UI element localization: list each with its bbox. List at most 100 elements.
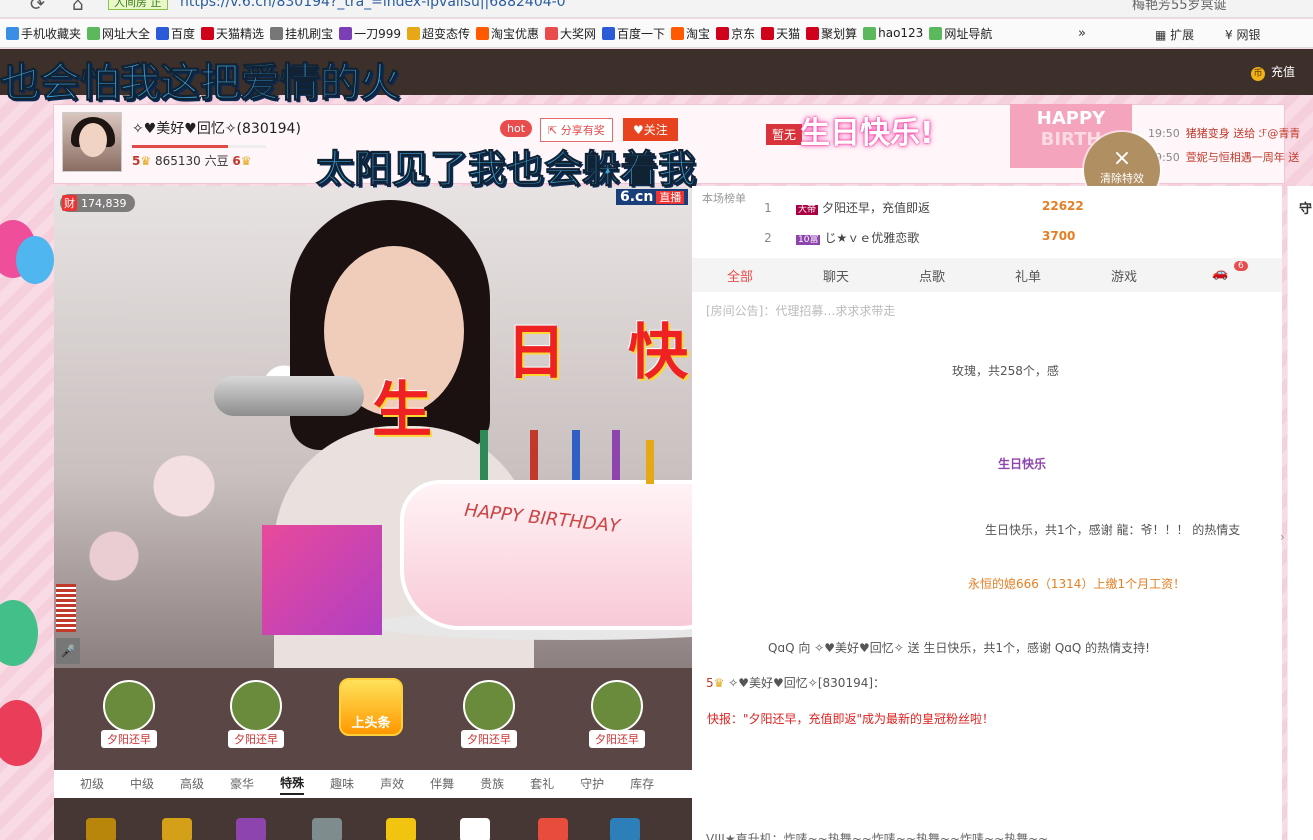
- happy-text: HAPPY: [1036, 108, 1106, 129]
- bookmark-item[interactable]: 挂机刷宝: [270, 25, 333, 42]
- anchor-avatar[interactable]: [62, 112, 122, 172]
- bookmark-item[interactable]: 淘宝优惠: [476, 25, 539, 42]
- expand-chevron-icon[interactable]: ›: [1280, 530, 1285, 544]
- address-input[interactable]: https://v.6.cn/830194?_tra_=index-lpvali…: [180, 0, 566, 10]
- car-icon[interactable]: 🚗: [1212, 266, 1228, 281]
- anchor-name[interactable]: ✧♥美好♥回忆✧(830194): [132, 118, 301, 138]
- gift-tab[interactable]: 特殊: [280, 774, 305, 795]
- microphone-icon[interactable]: 🎤: [56, 638, 80, 664]
- gift-tab[interactable]: 贵族: [480, 775, 504, 794]
- chat-message: 5♛ ✧♥美好♥回忆✧[830194]：: [706, 674, 885, 691]
- rank-row[interactable]: 2 10富 じ★ｖｅ优雅恋歌 3700: [760, 229, 1075, 246]
- bookmark-item[interactable]: 天猫: [761, 25, 800, 42]
- bookmark-icon: [339, 26, 353, 40]
- bookmark-item[interactable]: 大奖网: [545, 25, 596, 42]
- bottom-broadcast: VIII★直升机：炸唛~~热舞~~炸唛~~热舞~~炸唛~~热舞~~: [706, 832, 1049, 840]
- chat-tab[interactable]: 游戏: [1076, 266, 1172, 285]
- rank-header[interactable]: 本场榜单: [700, 192, 748, 206]
- bookmark-label: 聚划算: [821, 26, 858, 41]
- bookmark-item[interactable]: 百度一下: [602, 25, 665, 42]
- chat-tab[interactable]: 礼单: [980, 266, 1076, 285]
- slot-name: 夕阳还早: [101, 730, 157, 748]
- browser-url-bar: ⟳ ⌂ 人间房 正 https://v.6.cn/830194?_tra_=in…: [0, 0, 1313, 18]
- level-progress: [132, 145, 266, 148]
- bookmark-icon: [6, 26, 19, 40]
- wealth-counter: 财 174,839: [60, 194, 135, 212]
- extensions-button[interactable]: ▦ 扩展: [1155, 26, 1194, 43]
- gift-ticker[interactable]: 19:50 猪猪变身 送给 ℱ@青青: [1148, 125, 1300, 141]
- bookmark-item[interactable]: 百度: [156, 25, 195, 42]
- extensions-label: 扩展: [1170, 28, 1195, 42]
- gift-tab[interactable]: 中级: [130, 775, 154, 794]
- bookmarks-bar: 手机收藏夹 网址大全 百度 天猫精选 挂机刷宝 一刀999 超变态传 淘宝优惠 大奖网 百度一下 淘…: [0, 19, 1313, 48]
- chat-level: 5: [706, 676, 714, 690]
- close-icon: ×: [1112, 146, 1132, 171]
- gift-tab[interactable]: 库存: [630, 775, 654, 794]
- gift-tab[interactable]: 趣味: [330, 775, 354, 794]
- gift-tab[interactable]: 豪华: [230, 775, 254, 794]
- bookmark-item[interactable]: 手机收藏夹: [6, 25, 81, 42]
- bookmark-item[interactable]: hao123: [863, 26, 923, 40]
- birthday-cake: HAPPY BIRTHDAY: [400, 480, 740, 630]
- bookmark-icon: [406, 26, 420, 40]
- bookmark-item[interactable]: 一刀999: [339, 25, 401, 42]
- bookmark-icon: [545, 26, 559, 40]
- bookmark-label: 天猫: [776, 26, 801, 41]
- bookmark-item[interactable]: 京东: [716, 25, 755, 42]
- gift-ticker[interactable]: 19:50 萱妮与恒相遇一周年 送: [1148, 149, 1299, 165]
- bank-button[interactable]: ¥ 网银: [1225, 26, 1260, 43]
- guard-label[interactable]: 守: [1299, 198, 1312, 217]
- bookmark-item[interactable]: 网址大全: [87, 25, 150, 42]
- wealth-icon: 财: [62, 195, 77, 211]
- rail-slot[interactable]: 夕阳还早: [582, 680, 652, 748]
- rank-row[interactable]: 1 大帝 夕阳还早，充值即返 22622: [760, 199, 1084, 216]
- bookmark-item[interactable]: 网址导航: [929, 25, 992, 42]
- home-icon[interactable]: ⌂: [72, 0, 83, 15]
- slot-name: 夕阳还早: [589, 730, 645, 748]
- bookmark-item[interactable]: 天猫精选: [201, 25, 264, 42]
- gift-tab[interactable]: 初级: [80, 775, 104, 794]
- rank-no: 1: [764, 201, 772, 215]
- heart-icon: ♥: [633, 123, 644, 137]
- chat-author: ✧♥美好♥回忆✧[830194]：: [728, 676, 886, 690]
- bookmark-label: 网址导航: [944, 26, 993, 41]
- gift-tab[interactable]: 守护: [580, 775, 604, 794]
- gift-item[interactable]: [162, 818, 192, 840]
- bookmark-item[interactable]: 淘宝: [671, 25, 710, 42]
- gift-item[interactable]: [386, 818, 416, 840]
- rail-slot[interactable]: 夕阳还早: [94, 680, 164, 748]
- gift-item[interactable]: [538, 818, 568, 840]
- bookmark-item[interactable]: 超变态传: [406, 25, 470, 42]
- chat-tab[interactable]: 全部: [692, 266, 788, 285]
- chat-tab[interactable]: 点歌: [884, 266, 980, 285]
- more-bookmarks-icon[interactable]: »: [1078, 26, 1086, 41]
- gift-tab[interactable]: 高级: [180, 775, 204, 794]
- reload-icon[interactable]: ⟳: [30, 0, 45, 15]
- candle: [530, 430, 538, 480]
- gift-item[interactable]: [86, 818, 116, 840]
- candle: [612, 430, 620, 480]
- rail-slot[interactable]: 夕阳还早: [454, 680, 524, 748]
- recharge-button[interactable]: 币充值: [1250, 63, 1295, 81]
- ticker-text: 猪猪变身 送给 ℱ@青青: [1185, 127, 1301, 140]
- anchor-stats: 5♛ 865130 六豆 6♛: [132, 152, 252, 169]
- gift-tab[interactable]: 套礼: [530, 775, 554, 794]
- gift-item[interactable]: [460, 818, 490, 840]
- gift-item[interactable]: [236, 818, 266, 840]
- crown-icon: ♛: [240, 154, 252, 168]
- rail-slot[interactable]: 夕阳还早: [221, 680, 291, 748]
- chat-tab[interactable]: 聊天: [788, 266, 884, 285]
- search-box[interactable]: 梅艳芳55岁冥诞: [1132, 0, 1227, 13]
- balloon-decoration: [16, 236, 54, 284]
- gift-item[interactable]: [610, 818, 640, 840]
- gift-item[interactable]: [312, 818, 342, 840]
- bookmark-item[interactable]: 聚划算: [806, 25, 857, 42]
- gift-tab[interactable]: 伴舞: [430, 775, 454, 794]
- bookmark-icon: [201, 26, 215, 40]
- candle: [480, 430, 488, 480]
- headline-button[interactable]: 上头条: [339, 678, 403, 736]
- gift-tab[interactable]: 声效: [380, 775, 404, 794]
- gift-box: [262, 525, 382, 635]
- bookmark-icon: [156, 26, 170, 40]
- cake-text: HAPPY BIRTHDAY: [463, 499, 621, 538]
